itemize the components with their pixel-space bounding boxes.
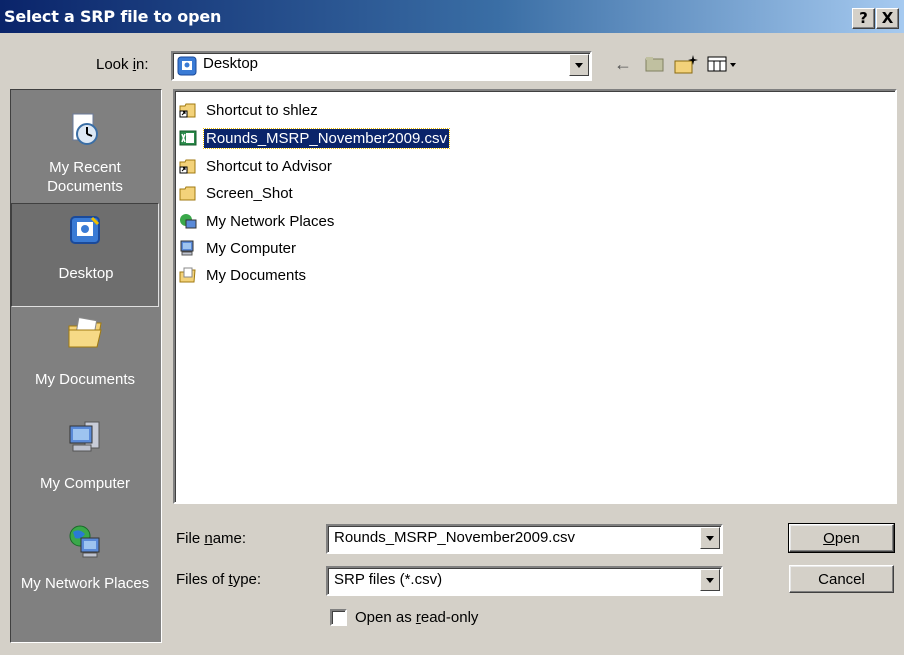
place-my-documents[interactable]: My Documents: [11, 308, 159, 408]
readonly-label[interactable]: Open as read-only: [355, 609, 478, 626]
close-button[interactable]: X: [876, 8, 899, 29]
file-name: My Computer: [206, 240, 297, 257]
filename-label: File name:: [176, 530, 247, 547]
my-documents-icon: [68, 317, 102, 348]
desktop-icon: [70, 216, 100, 244]
window-title: Select a SRP file to open: [4, 7, 222, 26]
view-menu-icon[interactable]: [706, 52, 740, 76]
recent-documents-icon: [72, 113, 98, 145]
filetype-label: Files of type:: [176, 571, 262, 588]
new-folder-icon[interactable]: [672, 52, 700, 76]
place-label: My Recent Documents: [47, 159, 123, 195]
filename-field[interactable]: Rounds_MSRP_November2009.csv: [326, 524, 723, 554]
my-documents-icon: [179, 267, 196, 283]
cancel-button[interactable]: Cancel: [789, 565, 894, 593]
file-name: Screen_Shot: [206, 185, 293, 202]
lookin-dropdown-button[interactable]: [569, 54, 589, 76]
help-button[interactable]: ?: [852, 8, 875, 29]
place-label: My Network Places: [20, 575, 150, 592]
places-bar: My Recent Documents Desktop My Documents…: [10, 89, 162, 643]
desktop-icon: [177, 56, 197, 76]
place-desktop[interactable]: Desktop: [11, 203, 159, 307]
filename-value: Rounds_MSRP_November2009.csv: [334, 529, 575, 546]
lookin-label: Look in:: [96, 56, 149, 73]
file-name: Rounds_MSRP_November2009.csv: [203, 128, 450, 149]
place-label: Desktop: [58, 265, 114, 282]
lookin-combo[interactable]: Desktop: [171, 51, 592, 81]
place-label: My Computer: [39, 475, 131, 492]
place-network-places[interactable]: My Network Places: [11, 514, 159, 642]
file-list[interactable]: Shortcut to shlez Rounds_MSRP_November20…: [173, 89, 897, 504]
folder-shortcut-icon: [179, 159, 196, 174]
my-computer-icon: [69, 421, 100, 452]
csv-file-icon: [179, 130, 197, 146]
file-name: My Network Places: [206, 213, 335, 230]
open-button[interactable]: Open: [788, 523, 895, 553]
place-my-computer[interactable]: My Computer: [11, 408, 159, 514]
filetype-select[interactable]: SRP files (*.csv): [326, 566, 723, 596]
folder-shortcut-icon: [179, 103, 196, 118]
network-places-icon: [69, 525, 100, 558]
my-computer-icon: [180, 240, 194, 256]
network-places-icon: [180, 214, 197, 229]
place-recent-documents[interactable]: My Recent Documents: [11, 90, 159, 202]
file-name: Shortcut to Advisor: [206, 158, 332, 175]
place-label: My Documents: [34, 371, 136, 388]
file-name: Shortcut to shlez: [206, 102, 318, 119]
up-folder-icon[interactable]: [642, 52, 668, 76]
filetype-dropdown-button[interactable]: [700, 569, 720, 591]
lookin-value: Desktop: [203, 55, 259, 72]
back-arrow-icon[interactable]: ←: [610, 52, 636, 76]
readonly-checkbox[interactable]: [330, 609, 347, 626]
file-name: My Documents: [206, 267, 307, 284]
filename-dropdown-button[interactable]: [700, 527, 720, 549]
filetype-value: SRP files (*.csv): [334, 571, 443, 588]
title-bar: Select a SRP file to open ? X: [0, 0, 904, 33]
folder-icon: [179, 186, 196, 201]
